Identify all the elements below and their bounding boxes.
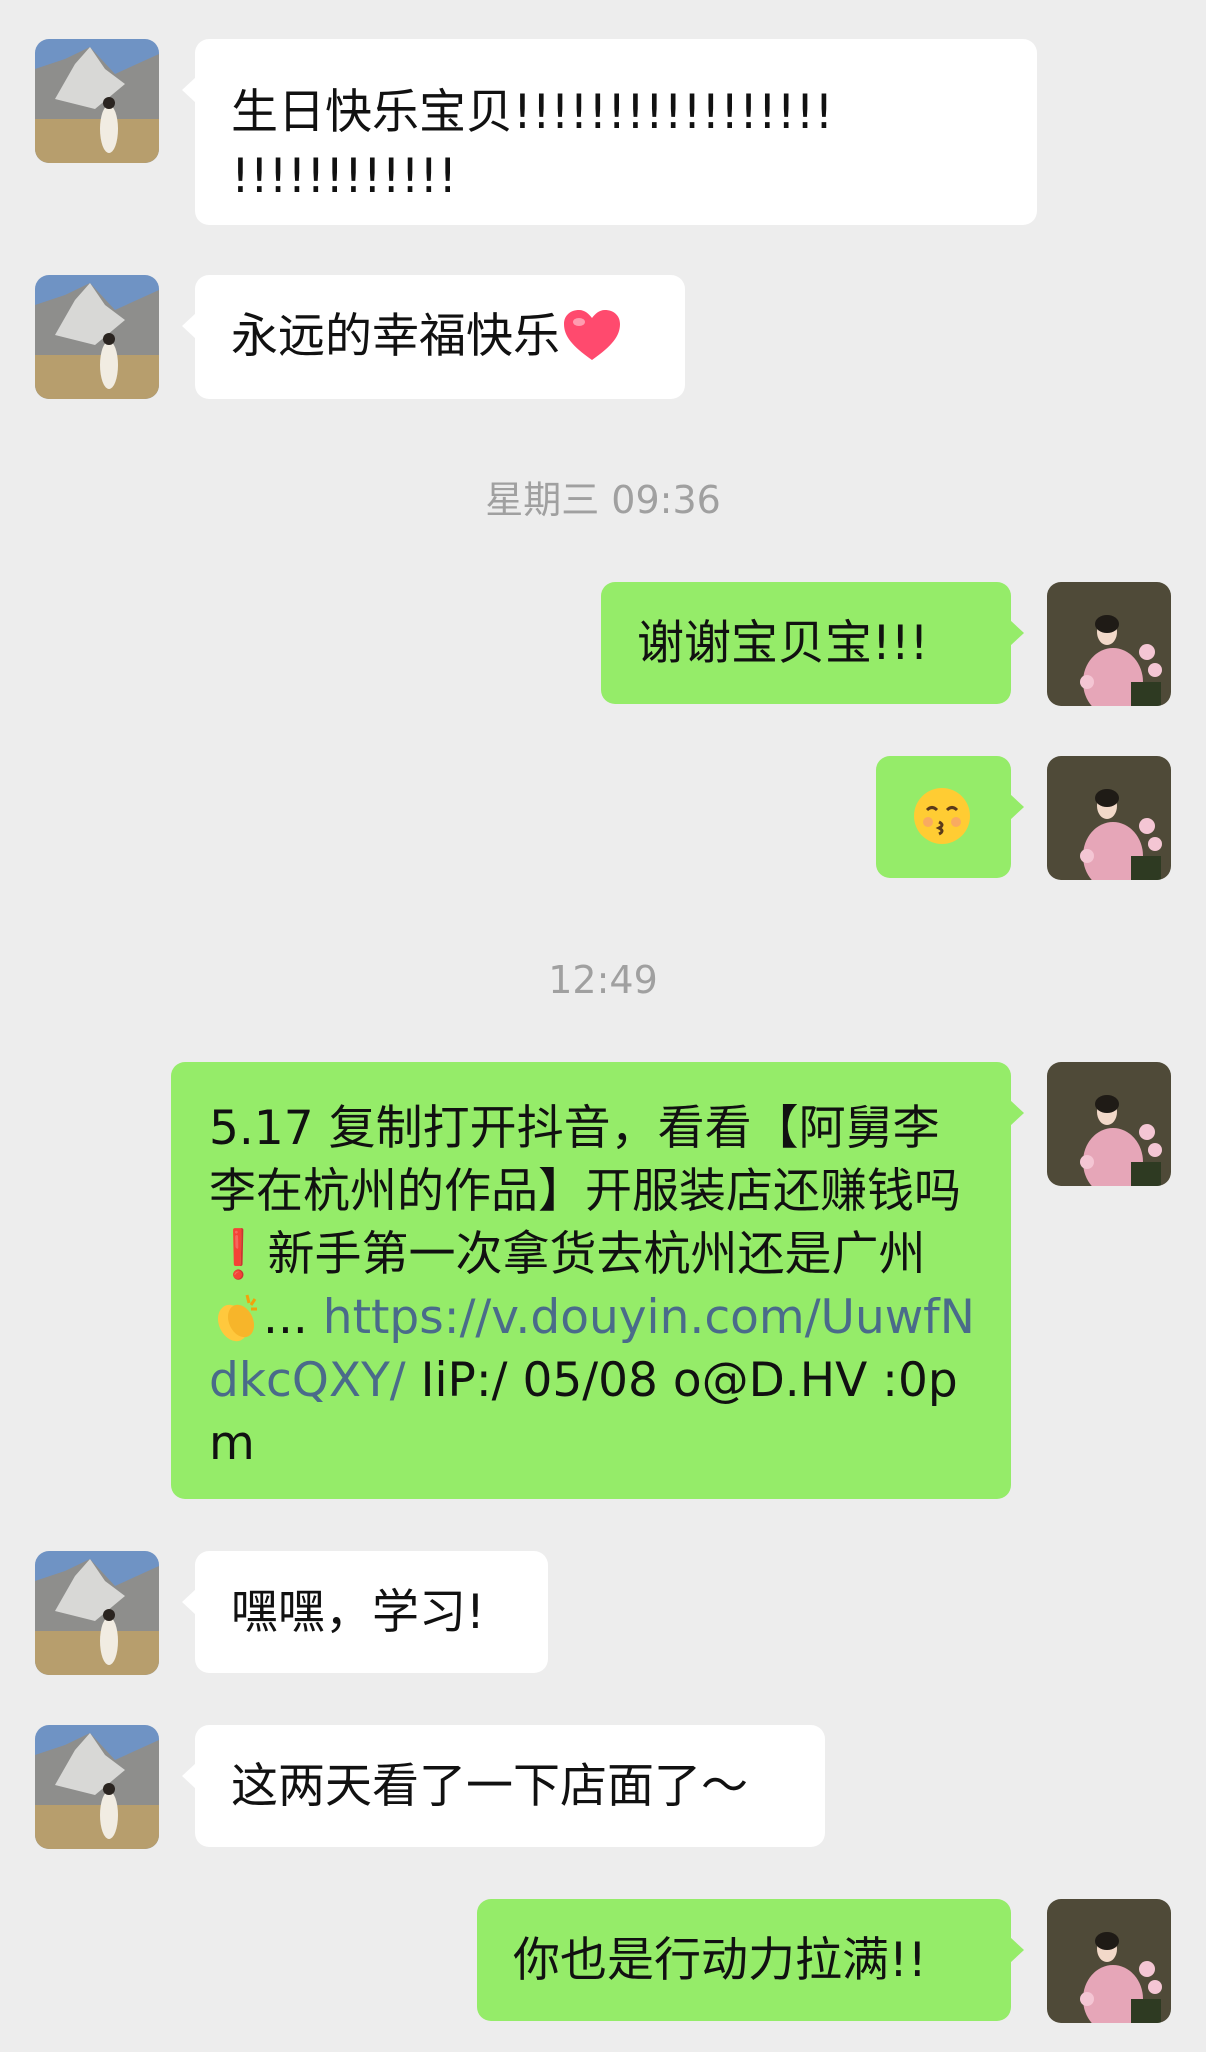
user-avatar[interactable] [1047, 1899, 1171, 2023]
message-bubble[interactable] [876, 756, 1024, 878]
message-bubble[interactable]: 5.17 复制打开抖音，看看【阿舅李李在杭州的作品】开服装店还赚钱吗 ❗新手第一次… [171, 1062, 1024, 1499]
contact-avatar[interactable] [35, 275, 159, 399]
ellipsis: ... [263, 1290, 308, 1345]
contact-avatar[interactable] [35, 1725, 159, 1849]
exclamation-icon: ❗ [209, 1227, 268, 1282]
user-avatar[interactable] [1047, 1062, 1171, 1186]
message-bubble[interactable]: 生日快乐宝贝!!!!!!!!!!!!!!!!! !!!!!!!!!!!! [182, 39, 1037, 225]
message-text: 永远的幸福快乐 [231, 309, 560, 364]
message-bubble[interactable]: 你也是行动力拉满!! [477, 1899, 1024, 2021]
user-avatar[interactable] [1047, 582, 1171, 706]
message-text: 5.17 复制打开抖音，看看【阿舅李李在杭州的作品】开服装店还赚钱吗 [209, 1101, 961, 1219]
contact-avatar[interactable] [35, 39, 159, 163]
message-bubble[interactable]: 嘿嘿，学习! [182, 1551, 548, 1673]
message-bubble[interactable]: 这两天看了一下店面了～ [182, 1725, 825, 1847]
clapping-hands-icon [217, 1294, 257, 1342]
chat-window: 生日快乐宝贝!!!!!!!!!!!!!!!!! !!!!!!!!!!!! 永远的… [0, 0, 1206, 2052]
message-text: 谢谢宝贝宝!!! [637, 616, 929, 671]
timestamp: 12:49 [548, 958, 658, 1002]
contact-avatar[interactable] [35, 1551, 159, 1675]
message-bubble[interactable]: 永远的幸福快乐 [182, 275, 685, 399]
kissing-face-icon [914, 788, 970, 844]
user-avatar[interactable] [1047, 756, 1171, 880]
message-text: 这两天看了一下店面了～ [231, 1759, 748, 1814]
red-heart-icon [564, 310, 620, 360]
timestamp: 星期三 09:36 [485, 478, 721, 522]
message-text: 新手第一次拿货去杭州还是广州 [267, 1227, 926, 1282]
message-text-line2: !!!!!!!!!!!! [231, 149, 458, 204]
message-text: 嘿嘿，学习! [231, 1585, 485, 1640]
message-bubble[interactable]: 谢谢宝贝宝!!! [601, 582, 1024, 704]
message-text: 你也是行动力拉满!! [513, 1933, 927, 1988]
message-text-line1: 生日快乐宝贝!!!!!!!!!!!!!!!!! [231, 85, 834, 140]
